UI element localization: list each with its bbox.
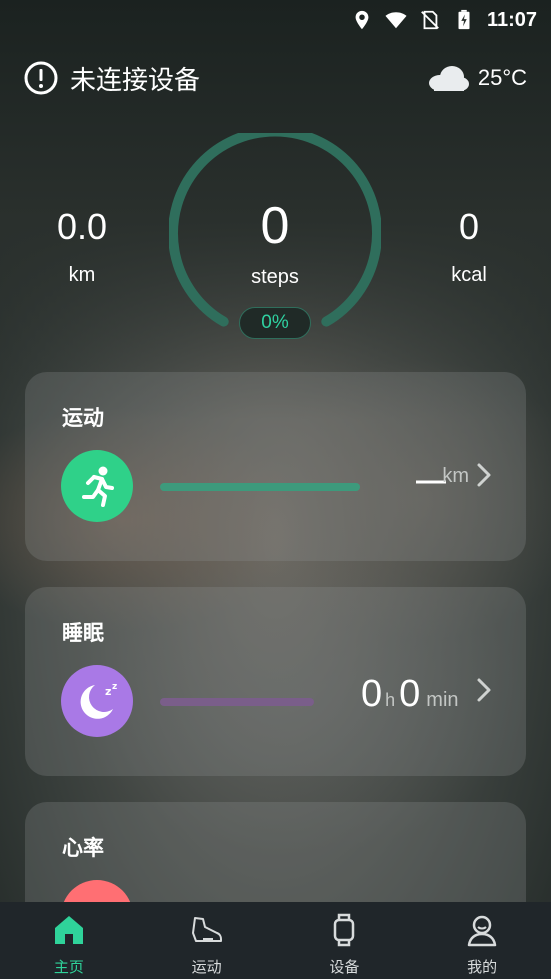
- steps-goal-percent: 0%: [239, 307, 311, 339]
- chevron-right-icon: [476, 462, 492, 488]
- sleep-progress-bar: [160, 698, 314, 706]
- page-title: 未连接设备: [70, 64, 201, 95]
- tab-label: 设备: [329, 959, 360, 976]
- connection-status[interactable]: 未连接设备: [24, 60, 200, 97]
- temperature: 25°C: [477, 65, 527, 90]
- calories-stat: 0 kcal: [409, 206, 529, 287]
- shoe-icon: [189, 912, 225, 948]
- tab-home[interactable]: 主页: [0, 902, 138, 979]
- exercise-card[interactable]: 运动 — km: [25, 372, 526, 561]
- running-icon: [61, 450, 133, 522]
- exercise-unit: km: [442, 465, 469, 487]
- sleep-hours: 0: [361, 673, 383, 715]
- tab-device[interactable]: 设备: [276, 902, 414, 979]
- sleep-card-title: 睡眠: [62, 622, 104, 645]
- status-time: 11:07: [486, 8, 537, 31]
- steps-unit: steps: [251, 266, 299, 288]
- svg-text:z: z: [112, 682, 117, 692]
- alert-icon: [24, 61, 58, 95]
- svg-text:z: z: [105, 685, 111, 698]
- no-sim-icon: [419, 9, 441, 31]
- distance-value: 0.0: [56, 206, 108, 247]
- watch-icon: [326, 912, 362, 948]
- tab-label: 主页: [53, 959, 84, 976]
- exercise-card-title: 运动: [62, 407, 104, 430]
- tab-label: 运动: [191, 959, 222, 976]
- wifi-icon: [385, 9, 407, 31]
- status-bar: 11:07: [0, 0, 551, 40]
- location-icon: [351, 9, 373, 31]
- home-icon: [51, 912, 87, 948]
- tab-profile[interactable]: 我的: [413, 902, 551, 979]
- chevron-right-icon: [476, 677, 492, 703]
- moon-icon: z z: [61, 665, 133, 737]
- sleep-hours-unit: h: [385, 690, 396, 710]
- bottom-tab-bar: 主页 运动 设备 我的: [0, 902, 551, 979]
- sleep-card[interactable]: 睡眠 z z 0 h 0 min: [25, 587, 526, 776]
- cloud-icon: [426, 63, 470, 93]
- exercise-progress-bar: [160, 483, 360, 491]
- profile-icon: [464, 912, 500, 948]
- activity-summary: 0.0 km 0 steps 0% 0 kcal: [0, 130, 551, 350]
- distance-stat: 0.0 km: [22, 206, 142, 287]
- tab-label: 我的: [467, 959, 498, 976]
- header: 未连接设备 25°C: [24, 56, 527, 100]
- weather-widget[interactable]: 25°C: [426, 63, 527, 93]
- tab-exercise[interactable]: 运动: [138, 902, 276, 979]
- calories-unit: kcal: [451, 264, 487, 286]
- sleep-minutes: 0: [399, 673, 421, 715]
- heart-rate-card-title: 心率: [62, 837, 104, 860]
- calories-value: 0: [458, 206, 480, 247]
- sleep-duration: 0 h 0 min: [361, 673, 459, 716]
- steps-value: 0: [260, 197, 290, 255]
- distance-unit: km: [68, 264, 96, 286]
- battery-charging-icon: [453, 9, 475, 31]
- sleep-minutes-unit: min: [426, 689, 459, 711]
